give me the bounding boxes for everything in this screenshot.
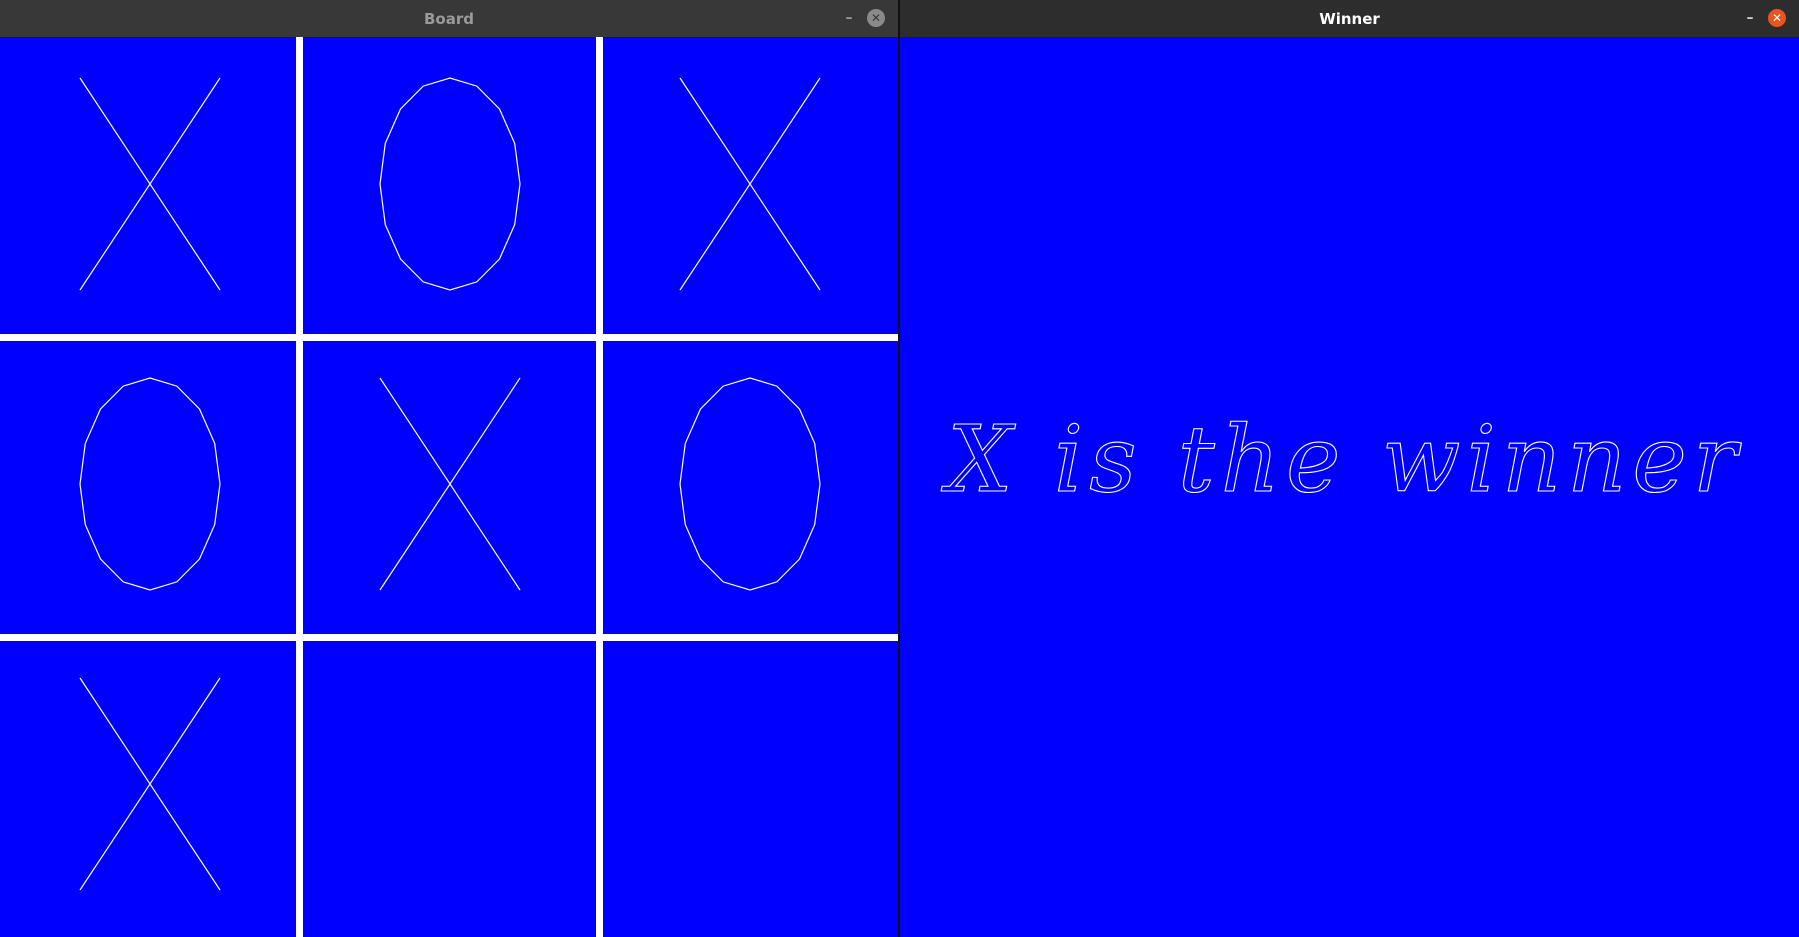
winner-window: Winner – ✕ X is the winner bbox=[900, 0, 1799, 937]
board-window-title: Board bbox=[424, 9, 474, 28]
board-cell-2-1[interactable] bbox=[300, 637, 596, 934]
o-mark-1-0[interactable] bbox=[0, 337, 296, 634]
board-window: Board – ✕ bbox=[0, 0, 898, 937]
board-titlebar[interactable]: Board – ✕ bbox=[0, 0, 898, 37]
minimize-icon[interactable]: – bbox=[1741, 9, 1759, 27]
x-mark-1-1[interactable] bbox=[300, 337, 596, 634]
close-icon[interactable]: ✕ bbox=[867, 9, 885, 27]
winner-titlebar[interactable]: Winner – ✕ bbox=[900, 0, 1799, 37]
x-mark-0-0[interactable] bbox=[0, 37, 296, 334]
board-canvas[interactable] bbox=[0, 37, 898, 937]
x-mark-2-0[interactable] bbox=[0, 637, 296, 934]
winner-canvas: X is the winner bbox=[900, 37, 1799, 937]
minimize-icon[interactable]: – bbox=[840, 9, 858, 27]
o-mark-1-2[interactable] bbox=[600, 337, 896, 634]
close-icon[interactable]: ✕ bbox=[1768, 9, 1786, 27]
winner-message-area: X is the winner bbox=[941, 405, 1743, 513]
o-mark-0-1[interactable] bbox=[300, 37, 596, 334]
winner-message: X is the winner bbox=[941, 406, 1743, 513]
x-mark-0-2[interactable] bbox=[600, 37, 896, 334]
winner-window-title: Winner bbox=[1319, 9, 1380, 28]
board-grid[interactable] bbox=[0, 37, 898, 937]
board-cell-2-2[interactable] bbox=[600, 637, 896, 934]
